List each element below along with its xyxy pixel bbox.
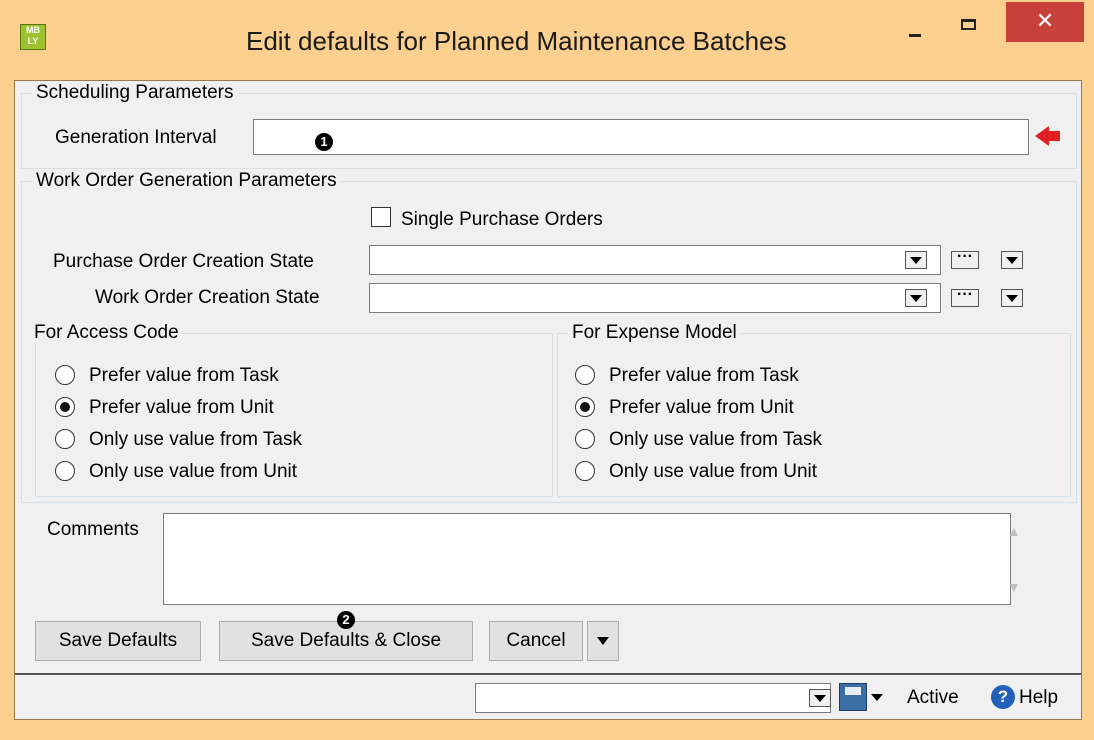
status-text: Active [907, 687, 959, 708]
scroll-down-icon[interactable]: ▼ [1007, 579, 1021, 595]
required-field-arrow-tail [1048, 131, 1060, 141]
wo-creation-state-dropdown-icon[interactable] [905, 289, 927, 307]
expense-model-option-label: Only use value from Task [609, 429, 822, 450]
access-code-option-label: Prefer value from Task [89, 365, 279, 386]
close-button[interactable]: ✕ [1006, 2, 1084, 42]
wo-creation-state-ellipsis-button[interactable]: ··· [951, 287, 979, 307]
title-bar[interactable]: MB LY Edit defaults for Planned Maintenan… [0, 0, 1094, 84]
required-field-arrow-icon [1035, 126, 1049, 146]
window-title: Edit defaults for Planned Maintenance Ba… [246, 26, 787, 56]
dialog-client-area: Scheduling Parameters Generation Interva… [14, 80, 1082, 720]
maximize-button[interactable] [950, 8, 988, 44]
comments-label: Comments [47, 519, 139, 540]
help-icon[interactable]: ? [991, 685, 1015, 709]
access-code-option-label: Only use value from Unit [89, 461, 298, 482]
wo-creation-state-select[interactable] [369, 283, 941, 313]
help-link[interactable]: Help [1019, 687, 1058, 709]
access-code-radio-3[interactable] [55, 461, 75, 481]
save-defaults-button[interactable]: Save Defaults [35, 621, 201, 661]
single-purchase-orders-checkbox[interactable] [371, 207, 391, 227]
cancel-options-button[interactable] [587, 621, 619, 661]
dialog-window: MB LY Edit defaults for Planned Maintenan… [0, 0, 1094, 740]
save-icon[interactable] [839, 683, 867, 711]
group-title: For Access Code [30, 322, 183, 344]
access-code-option-label: Only use value from Task [89, 429, 302, 450]
comments-textarea[interactable] [163, 513, 1011, 605]
po-creation-state-label: Purchase Order Creation State [53, 251, 314, 272]
minimize-button[interactable] [895, 8, 933, 44]
status-bar: Active ? Help [15, 673, 1081, 719]
app-icon: MB LY [20, 24, 46, 50]
wo-creation-state-label: Work Order Creation State [95, 287, 320, 308]
expense-model-radio-3[interactable] [575, 461, 595, 481]
expense-model-option-label: Prefer value from Task [609, 365, 799, 386]
access-code-option-label: Prefer value from Unit [89, 397, 274, 418]
save-menu-chevron-icon[interactable] [867, 689, 885, 707]
scroll-up-icon[interactable]: ▲ [1007, 523, 1021, 539]
generation-interval-input[interactable] [253, 119, 1029, 155]
callout-badge-2: 2 [337, 611, 355, 629]
expense-model-radio-1[interactable] [575, 397, 595, 417]
access-code-radio-0[interactable] [55, 365, 75, 385]
status-combo-dropdown-icon[interactable] [809, 689, 831, 707]
chevron-down-icon [597, 636, 609, 645]
access-code-radio-1[interactable] [55, 397, 75, 417]
po-creation-state-dropdown-icon[interactable] [905, 251, 927, 269]
expense-model-radio-0[interactable] [575, 365, 595, 385]
po-creation-state-ellipsis-button[interactable]: ··· [951, 249, 979, 269]
po-creation-state-menu-button[interactable] [1001, 251, 1023, 269]
group-title: For Expense Model [568, 322, 741, 344]
expense-model-radio-2[interactable] [575, 429, 595, 449]
wo-creation-state-menu-button[interactable] [1001, 289, 1023, 307]
generation-interval-label: Generation Interval [55, 127, 217, 148]
expense-model-option-label: Only use value from Unit [609, 461, 818, 482]
cancel-button[interactable]: Cancel [489, 621, 583, 661]
expense-model-option-label: Prefer value from Unit [609, 397, 794, 418]
group-title: Scheduling Parameters [32, 82, 238, 104]
callout-badge-1: 1 [315, 133, 333, 151]
status-combo[interactable] [475, 683, 831, 713]
single-purchase-orders-label: Single Purchase Orders [401, 209, 603, 230]
po-creation-state-select[interactable] [369, 245, 941, 275]
group-title: Work Order Generation Parameters [32, 170, 341, 192]
access-code-radio-2[interactable] [55, 429, 75, 449]
